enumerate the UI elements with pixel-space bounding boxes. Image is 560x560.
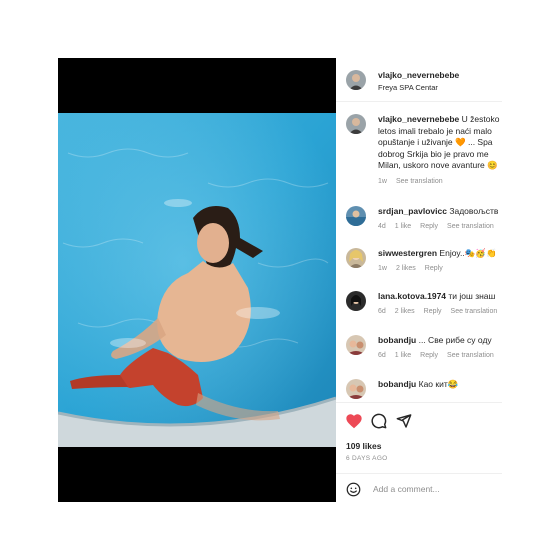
caption-time: 1w — [378, 177, 387, 185]
comment-item: siwwestergren Enjoy..🎭🥳👏 1w 2 likes Reply — [336, 246, 502, 282]
comment-meta: 6d 1 like Reply See translation — [378, 352, 502, 359]
comment-likes[interactable]: 1 like — [395, 223, 411, 230]
comment-likes[interactable]: 2 likes — [396, 265, 416, 272]
reply-button[interactable]: Reply — [420, 352, 438, 359]
comment-text: Као кит😂 — [416, 379, 459, 389]
comment-time: 1w — [378, 265, 387, 272]
see-translation-link[interactable]: See translation — [447, 352, 494, 359]
post-modal: vlajko_nevernebebe Freya SPA Centar vlaj… — [58, 58, 502, 502]
avatar[interactable] — [346, 379, 366, 399]
comment-icon[interactable] — [371, 413, 387, 429]
comment-text: ти још знаш — [446, 291, 496, 301]
reply-button[interactable]: Reply — [425, 265, 443, 272]
heart-icon[interactable] — [345, 413, 363, 429]
comment-text: ... Све рибе су оду — [416, 335, 492, 345]
post-header: vlajko_nevernebebe Freya SPA Centar — [336, 58, 502, 102]
comment-time: 4d — [378, 223, 386, 230]
caption-username[interactable]: vlajko_nevernebebe — [378, 114, 459, 124]
comment-time: 6d — [378, 308, 386, 315]
header-username[interactable]: vlajko_nevernebebe — [378, 70, 459, 80]
comment-text: Enjoy..🎭🥳👏 — [437, 248, 497, 258]
comment-username[interactable]: bobandju — [378, 379, 416, 389]
comment-username[interactable]: siwwestergren — [378, 248, 437, 258]
comment-likes[interactable]: 2 likes — [395, 308, 415, 315]
post-media[interactable] — [58, 58, 336, 502]
caption-meta: 1w See translation — [378, 176, 502, 188]
avatar[interactable] — [346, 291, 366, 311]
comment-username[interactable]: srdjan_pavlovicc — [378, 206, 447, 216]
see-translation-link[interactable]: See translation — [447, 223, 494, 230]
likes-count[interactable]: 109 likes — [346, 441, 381, 451]
post-sidebar: vlajko_nevernebebe Freya SPA Centar vlaj… — [336, 58, 502, 502]
avatar[interactable] — [346, 248, 366, 268]
comment-meta: 1w 2 likes Reply — [378, 265, 452, 272]
add-comment-input[interactable]: Add a comment... — [373, 484, 440, 494]
see-translation-link[interactable]: See translation — [451, 308, 498, 315]
post-caption: vlajko_nevernebebe U žestoko letos imali… — [378, 114, 502, 187]
avatar[interactable] — [346, 335, 366, 355]
comment-text: Задовољств — [446, 206, 499, 216]
comment-meta: 4d 1 like Reply See translation — [378, 223, 502, 230]
comment-likes[interactable]: 1 like — [395, 352, 411, 359]
post-actions: 109 likes 6 DAYS AGO Add a comment... — [336, 402, 502, 502]
avatar[interactable] — [346, 206, 366, 226]
comment-item: srdjan_pavlovicc Задовољств 4d 1 like Repl… — [336, 204, 502, 240]
comment-username[interactable]: bobandju — [378, 335, 416, 345]
share-icon[interactable] — [396, 413, 412, 429]
comment-item: lana.kotova.1974 ти још знаш 6d 2 likes Re… — [336, 289, 502, 325]
comment-meta: 6d 2 likes Reply See translation — [378, 308, 502, 315]
comment-username[interactable]: lana.kotova.1974 — [378, 291, 446, 301]
header-location[interactable]: Freya SPA Centar — [378, 83, 438, 92]
comment-time: 6d — [378, 352, 386, 359]
caption-avatar[interactable] — [346, 114, 366, 134]
post-time-ago[interactable]: 6 DAYS AGO — [346, 455, 388, 462]
see-translation-link[interactable]: See translation — [396, 178, 443, 185]
comment-item: bobandju ... Све рибе су оду 6d 1 like Rep… — [336, 333, 502, 369]
add-comment-row: Add a comment... — [336, 473, 502, 502]
pool-photo — [58, 113, 336, 447]
emoji-icon[interactable] — [346, 482, 361, 497]
reply-button[interactable]: Reply — [424, 308, 442, 315]
reply-button[interactable]: Reply — [420, 223, 438, 230]
avatar[interactable] — [346, 70, 366, 90]
